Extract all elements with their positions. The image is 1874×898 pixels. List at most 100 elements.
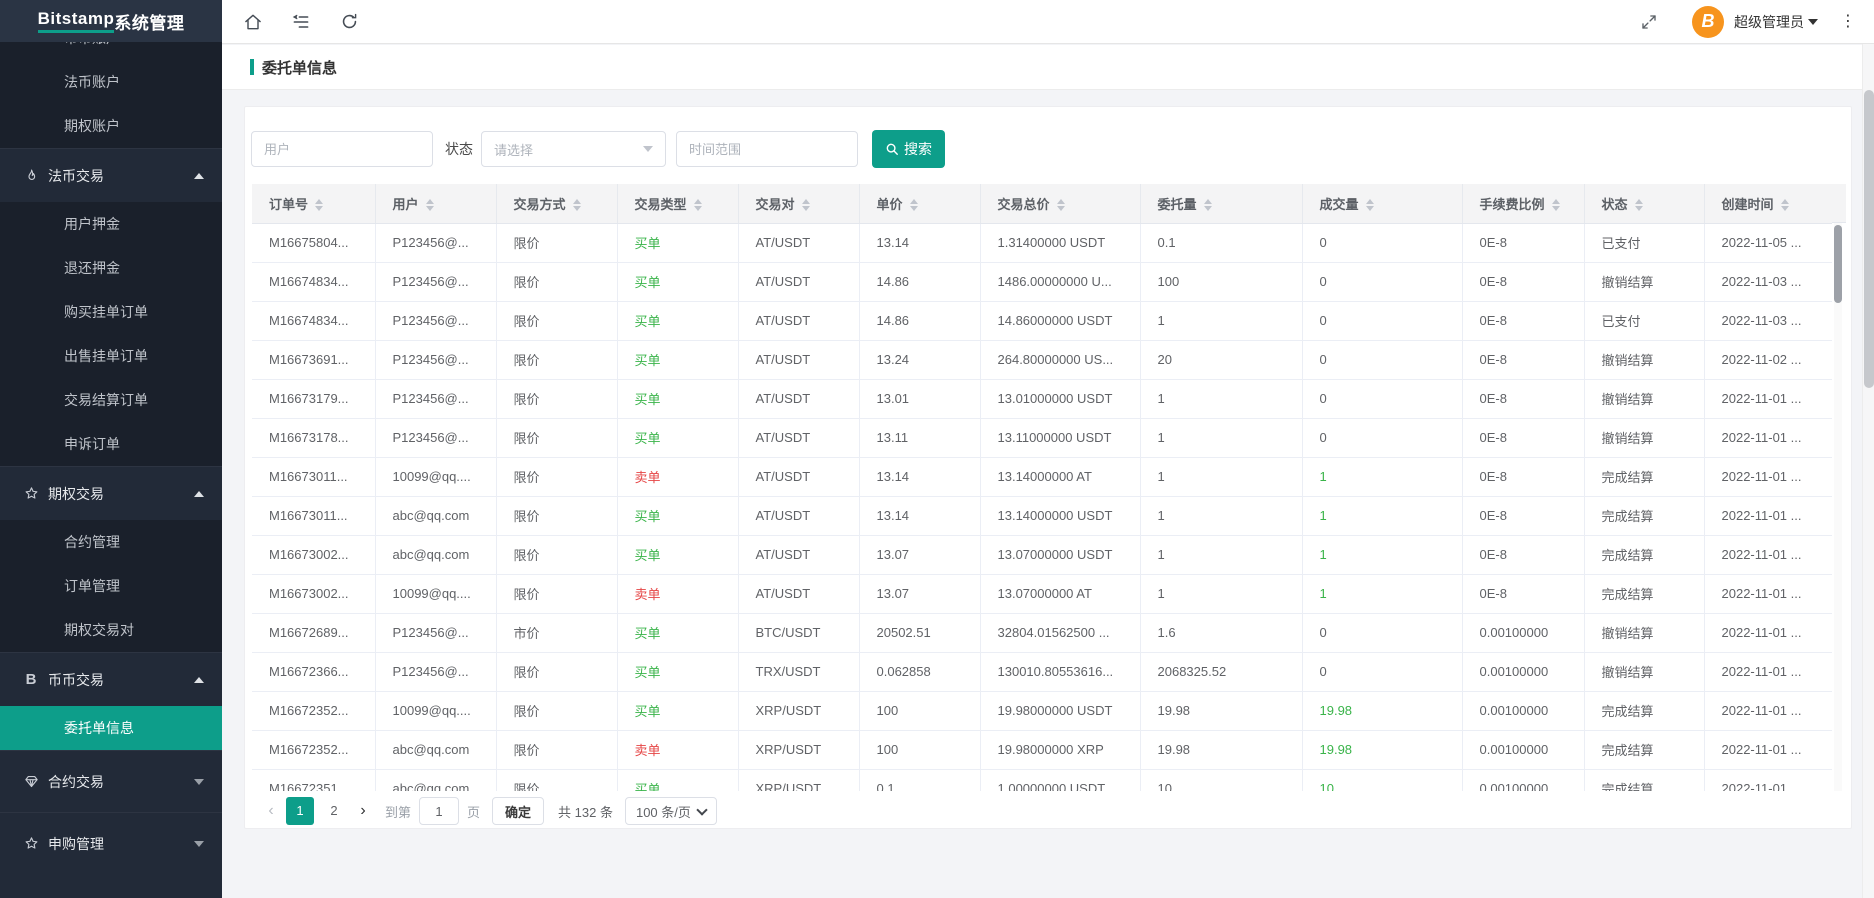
sidebar-item[interactable]: 合约管理 [0, 520, 222, 564]
table-row[interactable]: M16672366... P123456@... 限价 买单 TRX/USDT 0.062… [252, 652, 1832, 692]
column-header-label: 创建时间 [1721, 196, 1774, 212]
table-cell: 13.11000000 USDT [980, 418, 1141, 458]
user-filter-input[interactable] [251, 131, 433, 167]
user-menu[interactable]: 超级管理员 [1734, 12, 1818, 32]
table-cell: 2022-11-01 ... [1704, 769, 1832, 791]
sort-icon[interactable] [1551, 199, 1560, 212]
sort-icon[interactable] [1056, 199, 1065, 212]
sort-icon[interactable] [315, 199, 324, 212]
home-icon[interactable] [242, 11, 264, 33]
next-page-icon[interactable]: › [351, 802, 375, 820]
table-cell: 0E-8 [1462, 574, 1585, 614]
column-header[interactable]: 委托量 [1140, 184, 1303, 224]
column-header[interactable]: 创建时间 [1704, 184, 1832, 224]
sidebar-group[interactable]: 法币交易 [0, 148, 222, 202]
column-header[interactable]: 手续费比例 [1462, 184, 1585, 224]
table-row[interactable]: M16672352... 10099@qq.... 限价 买单 XRP/USDT 100 1… [252, 691, 1832, 731]
column-header[interactable]: 交易对 [738, 184, 860, 224]
sort-icon[interactable] [1780, 199, 1789, 212]
column-header[interactable]: 单价 [859, 184, 981, 224]
table-row[interactable]: M16673011... abc@qq.com 限价 买单 AT/USDT 13.14 13… [252, 496, 1832, 536]
prev-page-icon[interactable]: ‹ [259, 802, 283, 820]
table-cell: 2022-11-02 ... [1704, 340, 1832, 380]
sidebar-item[interactable]: 期权交易对 [0, 608, 222, 652]
sort-icon[interactable] [909, 199, 918, 212]
column-header[interactable]: 交易总价 [980, 184, 1141, 224]
sidebar-item-active[interactable]: 委托单信息 [0, 706, 222, 750]
window-scrollbar-thumb[interactable] [1864, 90, 1874, 388]
fullscreen-icon[interactable] [1640, 13, 1658, 31]
table-cell: M16672689... [252, 613, 376, 653]
table-row[interactable]: M16673002... abc@qq.com 限价 买单 AT/USDT 13.07 13… [252, 535, 1832, 575]
sidebar-group[interactable]: B 币币交易 [0, 652, 222, 706]
table-row[interactable]: M16674834... P123456@... 限价 买单 AT/USDT 14.86 1… [252, 262, 1832, 302]
sidebar: Bitstamp 系统管理 币币账户法币账户期权账户法币交易用户押金退还押金购买… [0, 0, 222, 898]
sort-icon[interactable] [425, 199, 434, 212]
table-cell: 10 [1140, 769, 1303, 791]
table-scrollbar[interactable] [1834, 223, 1842, 791]
user-avatar-bitcoin[interactable]: B [1692, 5, 1724, 38]
sidebar-item[interactable]: 法币账户 [0, 60, 222, 104]
table-cell: 2022-11-01 ... [1704, 496, 1832, 536]
collapse-menu-icon[interactable] [290, 11, 312, 33]
confirm-page-button[interactable]: 确定 [492, 797, 545, 825]
sidebar-item[interactable]: 交易结算订单 [0, 378, 222, 422]
table-cell: 撤销结算 [1584, 652, 1705, 692]
b-icon: B [25, 671, 37, 688]
table-row[interactable]: M16673011... 10099@qq.... 限价 卖单 AT/USDT 13.14… [252, 457, 1832, 497]
table-cell: 2022-11-01 ... [1704, 691, 1832, 731]
sidebar-item[interactable]: 退还押金 [0, 246, 222, 290]
sidebar-item[interactable]: 出售挂单订单 [0, 334, 222, 378]
column-header[interactable]: 订单号 [252, 184, 376, 224]
column-header[interactable]: 用户 [375, 184, 497, 224]
sort-icon[interactable] [1203, 199, 1212, 212]
sidebar-group[interactable]: 申购管理 [0, 812, 222, 874]
table-row[interactable]: M16672352... abc@qq.com 限价 卖单 XRP/USDT 100 19.… [252, 730, 1832, 770]
table-row[interactable]: M16673002... 10099@qq.... 限价 卖单 AT/USDT 13.07… [252, 574, 1832, 614]
page-button-2[interactable]: 2 [320, 797, 348, 825]
time-range-input[interactable] [676, 131, 858, 167]
sidebar-group[interactable]: 合约交易 [0, 750, 222, 812]
table-row[interactable]: M16675804... P123456@... 限价 买单 AT/USDT 13.14 1… [252, 223, 1832, 263]
sidebar-item[interactable]: 订单管理 [0, 564, 222, 608]
column-header[interactable]: 成交量 [1302, 184, 1463, 224]
sidebar-item[interactable]: 期权账户 [0, 104, 222, 148]
page-size-select[interactable]: 100 条/页 [624, 797, 717, 825]
sidebar-item[interactable]: 用户押金 [0, 202, 222, 246]
status-filter-select[interactable]: 请选择 [481, 131, 666, 167]
column-header[interactable]: 状态 [1584, 184, 1705, 224]
goto-page-input[interactable] [419, 797, 460, 825]
window-scrollbar[interactable] [1862, 44, 1874, 898]
page-button-1[interactable]: 1 [286, 797, 314, 825]
app-logo: Bitstamp 系统管理 [0, 0, 222, 42]
page-title: 委托单信息 [262, 59, 338, 77]
sidebar-item[interactable]: 申诉订单 [0, 422, 222, 466]
search-button[interactable]: 搜索 [872, 130, 945, 168]
table-row[interactable]: M16672689... P123456@... 市价 买单 BTC/USDT 20502… [252, 613, 1832, 653]
sidebar-group[interactable]: 期权交易 [0, 466, 222, 520]
table-scrollbar-thumb[interactable] [1834, 225, 1842, 303]
kebab-menu-icon[interactable]: ⋮ [1840, 13, 1856, 30]
refresh-icon[interactable] [338, 11, 360, 33]
sort-icon[interactable] [572, 199, 581, 212]
sidebar-item[interactable]: 购买挂单订单 [0, 290, 222, 334]
table-row[interactable]: M16673691... P123456@... 限价 买单 AT/USDT 13.24 2… [252, 340, 1832, 380]
table-row[interactable]: M16672351... abc@qq.com 限价 买单 XRP/USDT 0.1 1.0… [252, 769, 1832, 791]
table-cell: 100 [1140, 262, 1303, 302]
sort-icon[interactable] [1365, 199, 1374, 212]
column-header[interactable]: 交易类型 [617, 184, 739, 224]
table-row[interactable]: M16674834... P123456@... 限价 买单 AT/USDT 14.86 1… [252, 301, 1832, 341]
sort-icon[interactable] [693, 199, 702, 212]
table-cell: 1.00000000 USDT [980, 769, 1141, 791]
table-row[interactable]: M16673178... P123456@... 限价 买单 AT/USDT 13.11 1… [252, 418, 1832, 458]
column-header[interactable]: 交易方式 [496, 184, 618, 224]
sort-icon[interactable] [1634, 199, 1643, 212]
table-cell: 买单 [617, 496, 739, 536]
table-cell: 0.1 [1140, 223, 1303, 263]
sort-icon[interactable] [801, 199, 810, 212]
table-cell: P123456@... [375, 379, 497, 419]
table-cell: M16672366... [252, 652, 376, 692]
sidebar-item[interactable]: 币币账户 [0, 42, 222, 60]
table-cell: 10099@qq.... [375, 574, 497, 614]
table-row[interactable]: M16673179... P123456@... 限价 买单 AT/USDT 13.01 1… [252, 379, 1832, 419]
